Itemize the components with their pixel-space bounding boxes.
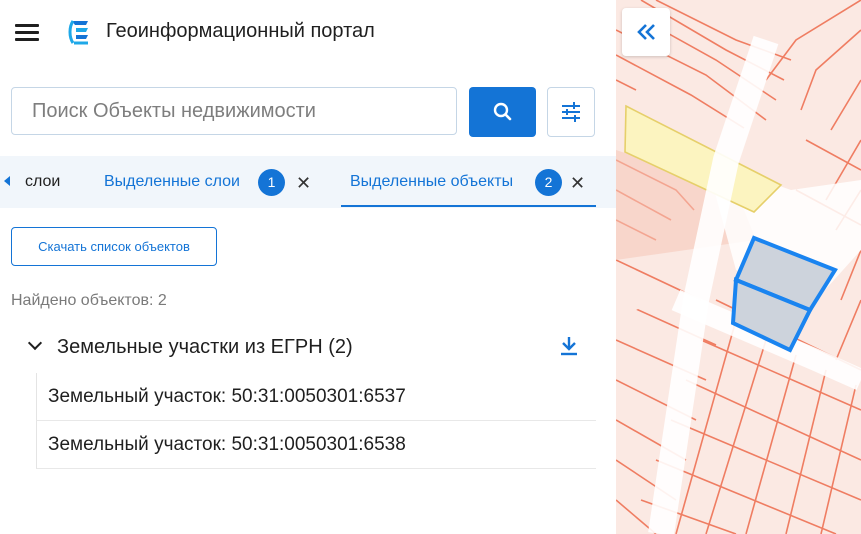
found-objects-count: Найдено объектов: 2: [11, 292, 167, 309]
list-item[interactable]: Земельный участок: 50:31:0050301:6537: [36, 373, 596, 421]
download-icon[interactable]: [558, 334, 580, 358]
map-canvas[interactable]: [616, 0, 861, 534]
tab-layers[interactable]: слои: [25, 156, 60, 208]
tab-selected-layers[interactable]: Выделенные слои: [104, 156, 240, 208]
active-tab-indicator: [341, 205, 596, 207]
close-selected-layers-icon[interactable]: ✕: [296, 170, 311, 196]
side-panel: Геоинформационный портал слои Выделенные…: [0, 0, 616, 534]
results-group-header[interactable]: Земельные участки из ЕГРН (2): [27, 334, 596, 362]
tabs-scroll-left-icon[interactable]: [4, 176, 10, 186]
filter-button[interactable]: [547, 87, 595, 137]
filter-sliders-icon: [562, 102, 580, 122]
list-item[interactable]: Земельный участок: 50:31:0050301:6538: [36, 421, 596, 469]
results-group-title: Земельные участки из ЕГРН (2): [57, 336, 353, 358]
search-button[interactable]: [469, 87, 536, 137]
selected-layers-count-badge: 1: [258, 169, 285, 196]
collapse-panel-button[interactable]: [622, 8, 670, 56]
hamburger-menu-icon[interactable]: [15, 22, 39, 42]
close-selected-objects-icon[interactable]: ✕: [570, 170, 585, 196]
app-header: Геоинформационный портал: [0, 0, 616, 64]
search-input[interactable]: [11, 87, 457, 135]
tab-selected-objects[interactable]: Выделенные объекты: [350, 156, 513, 208]
chevron-down-icon[interactable]: [27, 335, 43, 351]
search-icon: [493, 102, 512, 121]
portal-logo-icon: [68, 20, 88, 45]
download-list-button[interactable]: Скачать список объектов: [11, 227, 217, 266]
app-title: Геоинформационный портал: [106, 20, 375, 42]
double-chevron-left-icon: [637, 24, 655, 40]
map-view[interactable]: [616, 0, 861, 534]
selected-objects-count-badge: 2: [535, 169, 562, 196]
results-list: Земельный участок: 50:31:0050301:6537 Зе…: [36, 373, 596, 469]
